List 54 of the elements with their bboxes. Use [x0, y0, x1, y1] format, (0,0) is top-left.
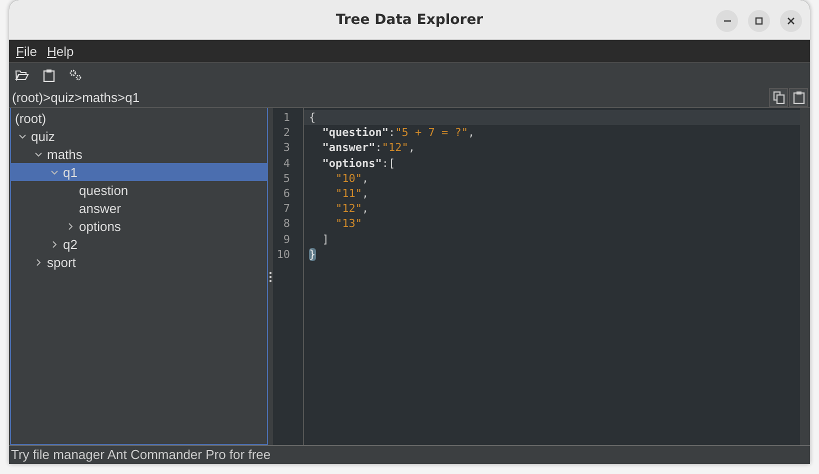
line-number: 10	[276, 246, 291, 262]
tree-item[interactable]: question	[78, 182, 128, 198]
tree-item[interactable]: answer	[78, 200, 121, 216]
tree-item[interactable]: (root)	[14, 110, 46, 126]
breadcrumb-path: (root)>quiz>maths>q1	[12, 90, 140, 104]
line-number: 6	[282, 186, 291, 202]
menu-item[interactable]: Help	[46, 44, 74, 58]
gears-icon[interactable]	[69, 69, 82, 81]
copy-button[interactable]	[769, 88, 788, 106]
code-row-text: "12",	[334, 201, 370, 216]
tree-item[interactable]: q2	[62, 236, 78, 252]
tree-item[interactable]: sport	[46, 254, 76, 270]
code-row-text: "options":[	[321, 156, 396, 171]
chevron-right-icon[interactable]	[34, 258, 42, 266]
line-number: 4	[282, 156, 291, 171]
current-line-highlight: {	[304, 110, 800, 126]
splitter-handle-icon[interactable]	[269, 270, 272, 282]
code-editor[interactable]: 1 2 3 4 5 6 7 8 9 10 { "question":"5 + 7 = ?", "answer":"12", "options":[ "10", "11", "12", "13" ] }	[273, 108, 810, 445]
tree-row-highlight[interactable]: q1	[11, 163, 267, 181]
tree-item[interactable]: quiz	[30, 128, 55, 144]
minimize-icon	[724, 20, 730, 22]
paste-button[interactable]	[789, 88, 808, 106]
chevron-down-icon[interactable]	[50, 168, 58, 176]
chevron-right-icon[interactable]	[66, 222, 74, 230]
line-number: 2	[282, 125, 291, 140]
code-row-text: ]	[321, 232, 330, 247]
chevron-down-icon[interactable]	[34, 150, 42, 158]
tree-item[interactable]: maths	[46, 146, 82, 162]
chevron-down-icon[interactable]	[18, 132, 26, 140]
code-row-text: "11",	[334, 186, 370, 202]
tree-item[interactable]: q1	[62, 164, 78, 180]
folder-icon[interactable]	[15, 69, 29, 81]
scrollbar-track[interactable]	[800, 108, 810, 445]
line-number: 8	[282, 216, 291, 232]
line-number: 3	[282, 140, 291, 156]
maximize-button[interactable]	[748, 10, 770, 32]
line-number: 1	[282, 110, 291, 126]
code-row-text: "answer":"12",	[321, 140, 416, 156]
window-title: Tree Data Explorer	[336, 12, 484, 28]
close-button[interactable]	[780, 10, 802, 32]
line-number: 5	[282, 170, 291, 186]
close-icon	[786, 16, 796, 26]
chevron-right-icon[interactable]	[50, 240, 58, 248]
status-message: Try file manager Ant Commander Pro for free	[9, 445, 810, 464]
code-row-text: "13"	[334, 216, 363, 232]
line-number: 9	[282, 232, 291, 247]
code-row-text: }	[308, 246, 317, 262]
line-number: 7	[282, 201, 291, 216]
code-row-text: "question":"5 + 7 = ?",	[321, 125, 476, 140]
clipboard-icon[interactable]	[43, 68, 55, 82]
tree-item[interactable]: options	[78, 218, 121, 234]
code-row-text: "10",	[334, 170, 370, 186]
maximize-icon	[754, 16, 764, 26]
menu-item[interactable]: File	[16, 44, 37, 58]
